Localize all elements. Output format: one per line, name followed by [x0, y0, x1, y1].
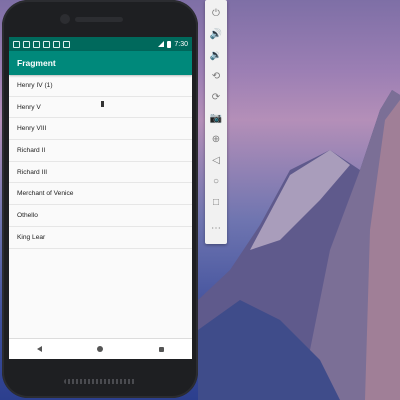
volume-down-icon[interactable]: 🔉: [209, 49, 223, 63]
mouse-cursor: [101, 101, 104, 107]
app-toolbar: Fragment: [9, 51, 192, 75]
list-item[interactable]: King Lear: [9, 227, 192, 249]
bottom-speaker: [64, 379, 136, 384]
list-item-label: Henry VIII: [17, 125, 47, 133]
earpiece-speaker: [75, 17, 123, 22]
list-item-label: King Lear: [17, 233, 46, 241]
rotate-left-icon[interactable]: ⟲: [209, 70, 223, 84]
list-item-label: Henry IV (1): [17, 81, 53, 89]
phone-frame: 7:30 Fragment Henry IV (1) Henry V Henry…: [2, 0, 198, 398]
status-right: 7:30: [158, 40, 188, 48]
list-item-label: Richard III: [17, 168, 48, 176]
emulator-toolbar: ⏻ 🔊 🔉 ⟲ ⟳ 📷 ⊕ ◁ ○ □ ⋯: [205, 0, 227, 244]
nav-home-icon[interactable]: [97, 346, 104, 352]
list-item[interactable]: Henry VIII: [9, 118, 192, 141]
notification-icon: [23, 40, 30, 48]
nav-recents-icon[interactable]: [159, 346, 165, 352]
list-item-label: Henry V: [17, 103, 41, 111]
notification-icon: [13, 40, 20, 48]
list-item[interactable]: Richard III: [9, 162, 192, 184]
list-item[interactable]: Henry IV (1): [9, 75, 192, 97]
list-item-label: Richard II: [17, 146, 46, 154]
signal-icon: [158, 41, 165, 47]
list-item-label: Othello: [17, 211, 38, 219]
volume-up-icon[interactable]: 🔊: [209, 28, 223, 42]
notification-icon: [33, 40, 40, 48]
home-icon[interactable]: ○: [209, 175, 223, 189]
notification-icon: [63, 40, 70, 48]
rotate-right-icon[interactable]: ⟳: [209, 91, 223, 105]
camera-icon[interactable]: 📷: [209, 112, 223, 126]
back-icon[interactable]: ◁: [209, 154, 223, 168]
list-item[interactable]: Richard II: [9, 140, 192, 162]
status-time: 7:30: [174, 40, 188, 48]
phone-screen: 7:30 Fragment Henry IV (1) Henry V Henry…: [9, 37, 192, 359]
list-item[interactable]: Merchant of Venice: [9, 183, 192, 206]
zoom-icon[interactable]: ⊕: [209, 133, 223, 147]
overview-icon[interactable]: □: [209, 196, 223, 210]
toolbar-title: Fragment: [17, 58, 56, 68]
notification-icon: [43, 40, 50, 48]
more-icon[interactable]: ⋯: [209, 222, 223, 236]
list-item[interactable]: Othello: [9, 205, 192, 227]
front-camera: [60, 14, 70, 24]
battery-icon: [167, 40, 172, 48]
android-nav-bar: [9, 338, 192, 359]
power-icon[interactable]: ⏻: [209, 7, 223, 21]
nav-back-icon[interactable]: [36, 346, 42, 352]
list-item-label: Merchant of Venice: [17, 190, 74, 198]
list-item[interactable]: Henry V: [9, 97, 192, 119]
status-bar: 7:30: [9, 37, 192, 51]
notification-icons: [13, 40, 70, 48]
notification-icon: [53, 40, 60, 48]
